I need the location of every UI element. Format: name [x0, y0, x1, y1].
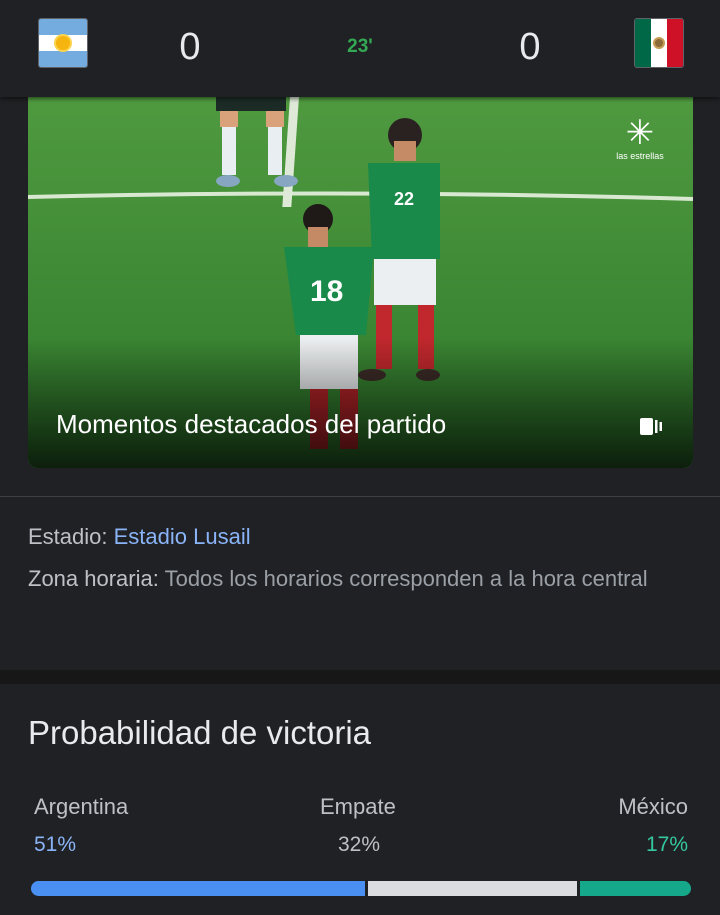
home-probability: 51% [34, 833, 77, 856]
stadium-info: Estadio: Estadio Lusail [28, 516, 251, 558]
home-team-label: Argentina [34, 794, 129, 819]
home-probability-segment [31, 881, 365, 896]
draw-probability: 32% [338, 833, 381, 856]
section-gap [0, 670, 720, 684]
home-score: 0 [179, 26, 201, 68]
svg-text:22: 22 [394, 189, 414, 209]
win-probability-title: Probabilidad de victoria [28, 714, 372, 751]
stadium-link[interactable]: Estadio Lusail [114, 524, 251, 549]
match-minute: 23' [347, 36, 373, 57]
timezone-label: Zona horaria: [28, 566, 159, 591]
stadium-label: Estadio: [28, 524, 108, 549]
away-probability-segment [579, 881, 691, 896]
draw-label: Empate [320, 794, 396, 819]
video-gradient [28, 338, 693, 468]
draw-probability-segment [367, 881, 577, 896]
video-title: Momentos destacados del partido [56, 409, 447, 439]
away-score: 0 [519, 26, 541, 68]
probability-bar [31, 881, 691, 896]
away-probability: 17% [645, 833, 688, 856]
mexico-flag-icon[interactable] [634, 18, 684, 68]
section-divider [0, 496, 720, 497]
argentina-flag-icon[interactable] [38, 18, 88, 68]
broadcaster-logo: ✳ las estrellas [616, 114, 664, 161]
highlights-video[interactable]: 22 18 ✳ las estrellas Momentos destacado… [28, 97, 693, 468]
shorts-icon [640, 418, 662, 435]
away-team-label: México [618, 794, 688, 819]
timezone-info: Zona horaria: Todos los horarios corresp… [28, 558, 688, 600]
timezone-value: Todos los horarios corresponden a la hor… [164, 566, 648, 591]
svg-text:18: 18 [310, 275, 343, 308]
score-header: 0 23' 0 [0, 0, 720, 97]
